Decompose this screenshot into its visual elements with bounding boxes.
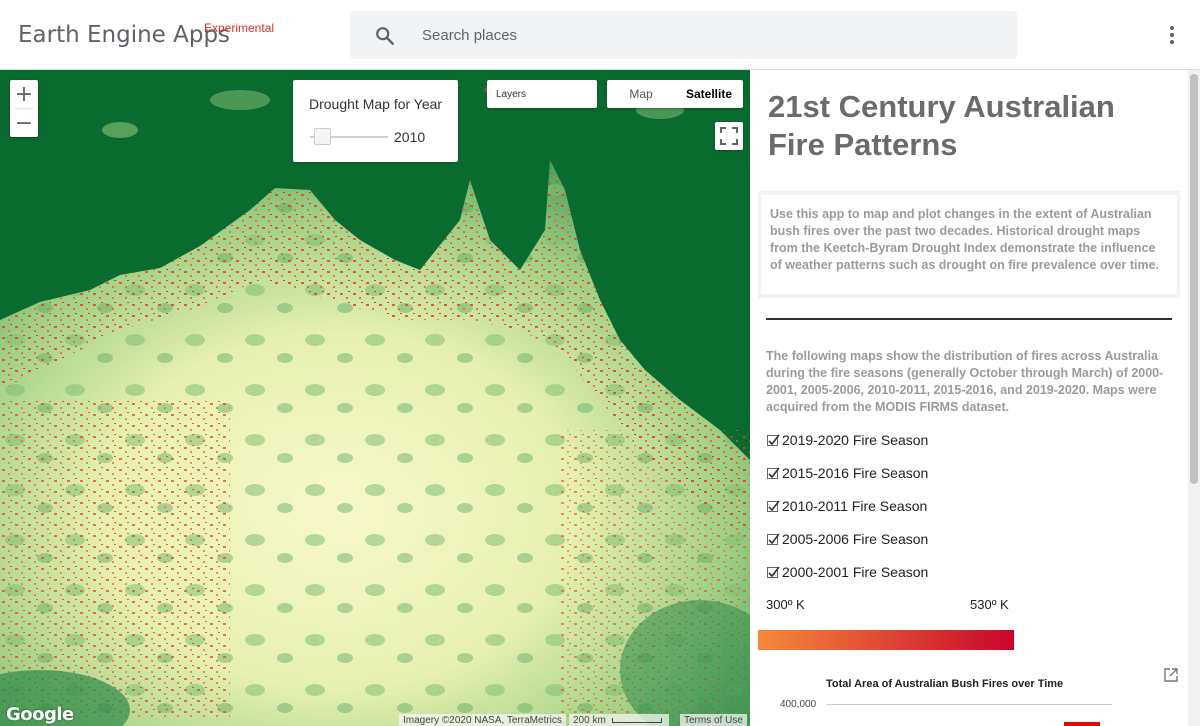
side-panel-scrollbar[interactable] <box>1188 70 1200 726</box>
checkbox-2000-2001[interactable]: 2000-2001 Fire Season <box>766 562 928 582</box>
fullscreen-button[interactable] <box>715 122 743 150</box>
chart-legend-swatch <box>1064 722 1100 726</box>
checkbox-checked-icon[interactable] <box>766 466 781 481</box>
map-canvas[interactable]: + − Drought Map for Year 2010 Layers Map… <box>0 70 750 726</box>
checkbox-label: 2015-2016 Fire Season <box>782 465 929 481</box>
checkbox-checked-icon[interactable] <box>766 565 781 580</box>
year-slider-value: 2010 <box>394 129 426 145</box>
map-scale[interactable]: 200 km <box>569 714 669 726</box>
layers-dropdown[interactable]: Layers <box>487 80 597 108</box>
checkbox-checked-icon[interactable] <box>766 499 781 514</box>
checkbox-label: 2000-2001 Fire Season <box>782 564 929 580</box>
checkbox-checked-icon[interactable] <box>766 532 781 547</box>
chart-title: Total Area of Australian Bush Fires over… <box>826 678 1064 690</box>
map-type-map-button[interactable]: Map <box>607 80 675 108</box>
checkbox-checked-icon[interactable] <box>766 433 781 448</box>
year-slider-thumb[interactable] <box>314 128 331 145</box>
search-icon[interactable] <box>374 25 396 47</box>
more-options-icon[interactable] <box>1163 24 1181 46</box>
checkbox-2019-2020[interactable]: 2019-2020 Fire Season <box>766 430 928 450</box>
drought-year-label: Drought Map for Year <box>309 96 443 112</box>
page-title: 21st Century Australian Fire Patterns <box>768 89 1115 162</box>
checkbox-label: 2005-2006 Fire Season <box>782 531 929 547</box>
app-header: Earth Engine Apps Experimental <box>0 0 1200 70</box>
open-in-new-icon[interactable] <box>1164 668 1178 682</box>
zoom-in-button[interactable]: + <box>10 80 38 108</box>
australia-drought-map <box>0 70 750 726</box>
checkbox-label: 2019-2020 Fire Season <box>782 432 929 448</box>
drought-year-panel: Drought Map for Year 2010 <box>293 80 458 162</box>
search-bar[interactable] <box>350 11 1017 59</box>
map-scale-bar <box>611 717 662 723</box>
map-attribution: Imagery ©2020 NASA, TerraMetrics <box>399 714 566 726</box>
chart-y-tick: 400,000 <box>780 699 817 710</box>
terms-of-use-link[interactable]: Terms of Use <box>680 714 747 726</box>
experimental-badge: Experimental <box>204 21 275 35</box>
search-input[interactable] <box>422 23 982 47</box>
checkbox-label: 2010-2011 Fire Season <box>782 498 928 514</box>
google-logo: Google <box>6 704 74 725</box>
legend-max-label: 530º K <box>970 597 1009 612</box>
intro-text: Use this app to map and plot changes in … <box>761 195 1177 294</box>
description-text: The following maps show the distribution… <box>766 349 1164 414</box>
side-panel: 21st Century Australian Fire Patterns Us… <box>750 70 1188 726</box>
checkbox-2015-2016[interactable]: 2015-2016 Fire Season <box>766 463 928 483</box>
fullscreen-icon <box>720 127 738 145</box>
zoom-control: + − <box>10 80 38 137</box>
brand-title[interactable]: Earth Engine Apps <box>18 22 230 48</box>
intro-box: Use this app to map and plot changes in … <box>758 191 1180 298</box>
legend-color-bar <box>758 630 1014 650</box>
checkbox-2010-2011[interactable]: 2010-2011 Fire Season <box>766 496 927 516</box>
checkbox-2005-2006[interactable]: 2005-2006 Fire Season <box>766 529 928 549</box>
legend-min-label: 300º K <box>766 597 805 612</box>
section-divider <box>766 318 1172 320</box>
map-type-control: Map Satellite <box>607 80 743 108</box>
map-scale-label: 200 km <box>573 715 606 726</box>
zoom-out-button[interactable]: − <box>10 109 38 137</box>
scrollbar-thumb[interactable] <box>1190 74 1198 484</box>
chart-gridline <box>826 704 1112 705</box>
map-type-satellite-button[interactable]: Satellite <box>675 80 743 108</box>
